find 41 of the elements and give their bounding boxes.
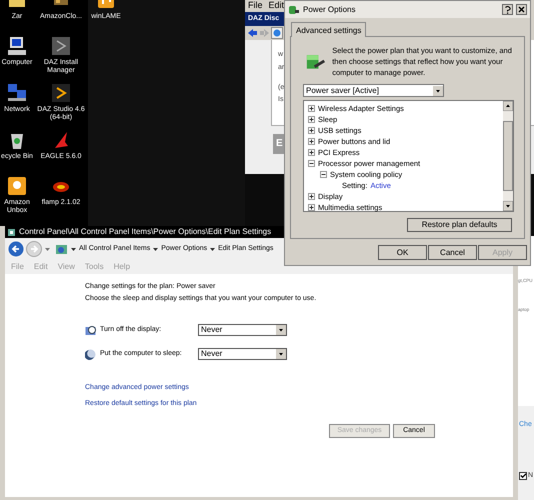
back-icon bbox=[247, 28, 258, 38]
chevron-icon bbox=[210, 246, 216, 252]
scroll-down-icon bbox=[503, 201, 513, 211]
expand-icon[interactable] bbox=[308, 127, 315, 134]
restore-button[interactable]: Restore plan defaults bbox=[407, 218, 512, 232]
plan-dropdown[interactable]: Power saver [Active] bbox=[303, 84, 444, 97]
forward-icon bbox=[26, 241, 42, 257]
expand-icon[interactable] bbox=[308, 204, 315, 211]
caret-icon bbox=[44, 246, 51, 252]
window-icon bbox=[7, 228, 16, 236]
expand-icon[interactable] bbox=[308, 193, 315, 200]
close-icon bbox=[516, 4, 527, 15]
chevron-icon bbox=[153, 246, 158, 252]
collapse-icon[interactable] bbox=[308, 160, 315, 167]
help-icon bbox=[502, 4, 513, 15]
expand-icon[interactable] bbox=[308, 116, 315, 123]
checkbox[interactable] bbox=[519, 472, 527, 480]
expand-icon[interactable] bbox=[308, 138, 315, 145]
tab[interactable]: Advanced settings bbox=[291, 22, 366, 37]
back-icon bbox=[8, 241, 24, 257]
dropdown[interactable]: Never bbox=[198, 324, 287, 336]
chevron-icon bbox=[71, 246, 76, 252]
window-title: Power Options bbox=[303, 4, 356, 16]
expand-icon[interactable] bbox=[308, 105, 315, 112]
scroll-up-icon bbox=[503, 101, 513, 111]
menu-item[interactable]: File bbox=[248, 0, 263, 13]
button[interactable]: Cancel bbox=[428, 245, 477, 260]
menu-item[interactable]: Edit bbox=[268, 0, 284, 13]
network-icon bbox=[7, 83, 27, 103]
window-title: Control Panel\All Control Panel Items\Power Options\Edit Plan Settings bbox=[19, 226, 272, 238]
collapse-icon[interactable] bbox=[320, 171, 327, 178]
battery-icon bbox=[288, 4, 300, 16]
dropdown[interactable]: Never bbox=[198, 348, 287, 360]
computer-icon bbox=[7, 36, 27, 56]
button[interactable]: OK bbox=[378, 245, 427, 260]
expand-icon[interactable] bbox=[308, 149, 315, 156]
check-icon bbox=[520, 472, 526, 480]
forward-icon bbox=[259, 28, 270, 38]
moon-icon bbox=[85, 348, 96, 360]
scrollbar[interactable] bbox=[503, 101, 513, 211]
monitor-clock-icon bbox=[85, 324, 96, 336]
